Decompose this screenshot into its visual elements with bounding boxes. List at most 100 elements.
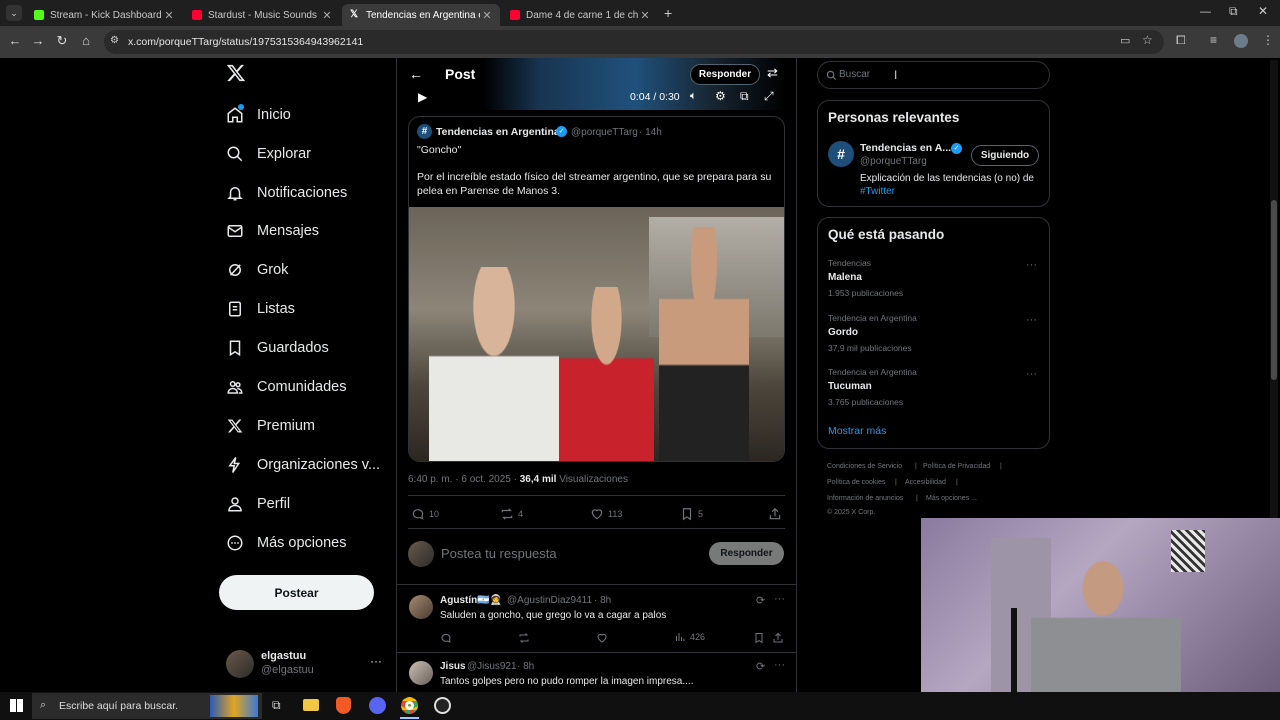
url-text[interactable]: x.com/porqueTTarg/status/197531536494396… — [128, 36, 363, 48]
sidebar-item-perfil[interactable]: Perfil — [226, 489, 290, 519]
close-icon[interactable]: ✕ — [638, 9, 652, 22]
more-icon[interactable]: ··· — [1026, 259, 1037, 271]
tab-tendencias[interactable]: 𝕏 Tendencias en Argentina en X: ✕ — [342, 4, 500, 26]
more-icon[interactable]: ··· — [774, 659, 785, 671]
tab-stardust[interactable]: Stardust - Music Sounds Better ✕ — [184, 4, 340, 26]
footer-more[interactable]: Más opciones ... — [926, 495, 977, 502]
post-button[interactable]: Postear — [219, 575, 374, 610]
search-box[interactable]: Buscar I — [817, 61, 1050, 89]
cast-icon[interactable]: ▭ — [1120, 34, 1130, 47]
file-explorer-icon[interactable] — [303, 699, 319, 711]
sidebar-item-premium[interactable]: Premium — [226, 411, 315, 441]
views-action[interactable]: 426 — [674, 631, 705, 643]
footer-terms[interactable]: Condiciones de Servicio — [827, 463, 902, 470]
reply-input[interactable]: Postea tu respuesta — [441, 546, 557, 561]
sidebar-item-explorar[interactable]: Explorar — [226, 139, 311, 169]
task-view-icon[interactable]: ⧉ — [272, 698, 281, 713]
scrollbar-thumb[interactable] — [1271, 200, 1277, 380]
close-icon[interactable]: ✕ — [320, 9, 334, 22]
close-icon[interactable]: ✕ — [162, 9, 176, 22]
person-handle: @porqueTTarg — [860, 156, 927, 167]
tab-dame-4-de-carne[interactable]: Dame 4 de carne 1 de choclo, 2 ✕ — [502, 4, 658, 26]
reply-submit-button[interactable]: Responder — [709, 542, 784, 565]
more-icon[interactable]: ··· — [370, 654, 382, 668]
quoted-post-card[interactable]: # Tendencias en Argentina ✓ @porqueTTarg… — [408, 116, 785, 462]
views-icon — [676, 633, 685, 641]
person-name[interactable]: Tendencias en A... — [860, 142, 951, 154]
reply-action[interactable]: 10 — [411, 507, 439, 521]
settings-icon[interactable]: ⚙ — [715, 89, 726, 103]
mute-icon[interactable]: 🔈︎ — [690, 90, 697, 103]
hashtag-link[interactable]: #Twitter — [860, 186, 895, 197]
trend-item[interactable]: Tendencias Malena 1.953 publicaciones — [828, 258, 903, 298]
chrome-icon[interactable] — [401, 697, 418, 714]
restore-icon[interactable]: ⧉ — [1229, 4, 1238, 19]
star-icon[interactable]: ☆ — [1142, 33, 1153, 47]
fullscreen-icon[interactable]: ⤢ — [764, 89, 774, 104]
reply-item[interactable]: Agustín🇦🇷🧑‍🚀 @AgustinDiaz9411 · 8h ⟳ ···… — [397, 585, 796, 652]
play-icon[interactable]: ▶ — [418, 90, 427, 104]
reload-icon[interactable]: ↻ — [54, 33, 70, 49]
repost-action[interactable]: 4 — [500, 507, 523, 521]
windows-start-icon[interactable] — [10, 699, 23, 712]
bookmark-icon[interactable] — [753, 631, 765, 649]
repost-icon[interactable] — [518, 631, 530, 649]
close-icon[interactable]: ✕ — [480, 9, 494, 22]
search-icon: ⌕ — [40, 699, 47, 711]
media-icon[interactable]: ≡ — [1210, 33, 1217, 47]
reply-icon[interactable] — [440, 631, 452, 649]
sidebar-item-guardados[interactable]: Guardados — [226, 333, 329, 363]
sidebar-item-organizaciones[interactable]: Organizaciones v... — [226, 450, 380, 480]
sidebar-item-notificaciones[interactable]: Notificaciones — [226, 178, 347, 208]
show-more-link[interactable]: Mostrar más — [828, 425, 886, 437]
tab-kick-dashboard[interactable]: Stream - Kick Dashboard ✕ — [26, 4, 182, 26]
brave-icon[interactable] — [336, 697, 351, 714]
heart-icon[interactable] — [596, 631, 608, 649]
footer-privacy[interactable]: Política de Privacidad — [923, 463, 990, 470]
back-arrow-icon[interactable]: ← — [409, 66, 423, 82]
sidebar-item-listas[interactable]: Listas — [226, 294, 295, 324]
footer-accessibility[interactable]: Accesibilidad — [905, 479, 946, 486]
back-icon[interactable]: ← — [7, 33, 23, 48]
home-icon[interactable]: ⌂ — [78, 33, 94, 48]
reply-item[interactable]: Jisus @Jisus921 · 8h ⟳ ··· Tantos golpes… — [397, 653, 796, 692]
site-info-icon[interactable]: ⚙ — [110, 35, 119, 46]
pip-icon[interactable]: ⧉ — [740, 89, 749, 104]
sidebar-item-grok[interactable]: Grok — [226, 255, 288, 285]
more-icon[interactable]: ··· — [774, 593, 785, 605]
sidebar-item-comunidades[interactable]: Comunidades — [226, 372, 346, 402]
window-close-icon[interactable]: ✕ — [1258, 4, 1268, 18]
tab-search-icon[interactable]: ⌄ — [6, 5, 22, 21]
sidebar-item-mas-opciones[interactable]: Más opciones — [226, 528, 346, 558]
reply-header-button[interactable]: Responder — [690, 64, 760, 85]
trend-item[interactable]: Tendencia en Argentina Tucuman 3.765 pub… — [828, 367, 917, 407]
obs-icon[interactable] — [434, 697, 451, 714]
browser-menu-icon[interactable]: ⋮ — [1262, 33, 1274, 47]
x-logo-icon[interactable] — [226, 63, 248, 85]
minimize-icon[interactable]: — — [1200, 6, 1211, 18]
card-title: Qué está pasando — [828, 227, 945, 242]
sidebar-item-inicio[interactable]: Inicio — [226, 100, 291, 130]
trend-item[interactable]: Tendencia en Argentina Gordo 37,9 mil pu… — [828, 313, 917, 353]
more-icon[interactable]: ··· — [1026, 368, 1037, 380]
new-tab-icon[interactable]: + — [664, 5, 672, 21]
bookmark-action[interactable]: 5 — [680, 507, 703, 521]
footer-ads[interactable]: Información de anuncios — [827, 495, 903, 502]
discord-icon[interactable] — [369, 697, 386, 714]
grok-icon[interactable]: ⟳ — [756, 594, 765, 607]
forward-icon[interactable]: → — [30, 33, 46, 48]
following-button[interactable]: Siguiendo — [971, 145, 1039, 166]
more-icon[interactable]: ··· — [1026, 314, 1037, 326]
account-switcher[interactable]: elgastuu @elgastuu ··· — [226, 648, 386, 682]
like-action[interactable]: 113 — [590, 507, 622, 521]
profile-avatar[interactable] — [1234, 34, 1248, 48]
share-action[interactable] — [768, 507, 786, 521]
taskbar-search-box[interactable]: ⌕ Escribe aquí para buscar. — [32, 693, 262, 719]
post-image[interactable] — [409, 207, 784, 461]
filter-icon[interactable]: ⇄ — [767, 65, 778, 81]
sidebar-item-mensajes[interactable]: Mensajes — [226, 216, 319, 246]
grok-icon[interactable]: ⟳ — [756, 660, 765, 673]
extensions-icon[interactable]: ⧠ — [1176, 33, 1186, 48]
share-icon[interactable] — [772, 631, 784, 649]
footer-cookies[interactable]: Política de cookies — [827, 479, 885, 486]
